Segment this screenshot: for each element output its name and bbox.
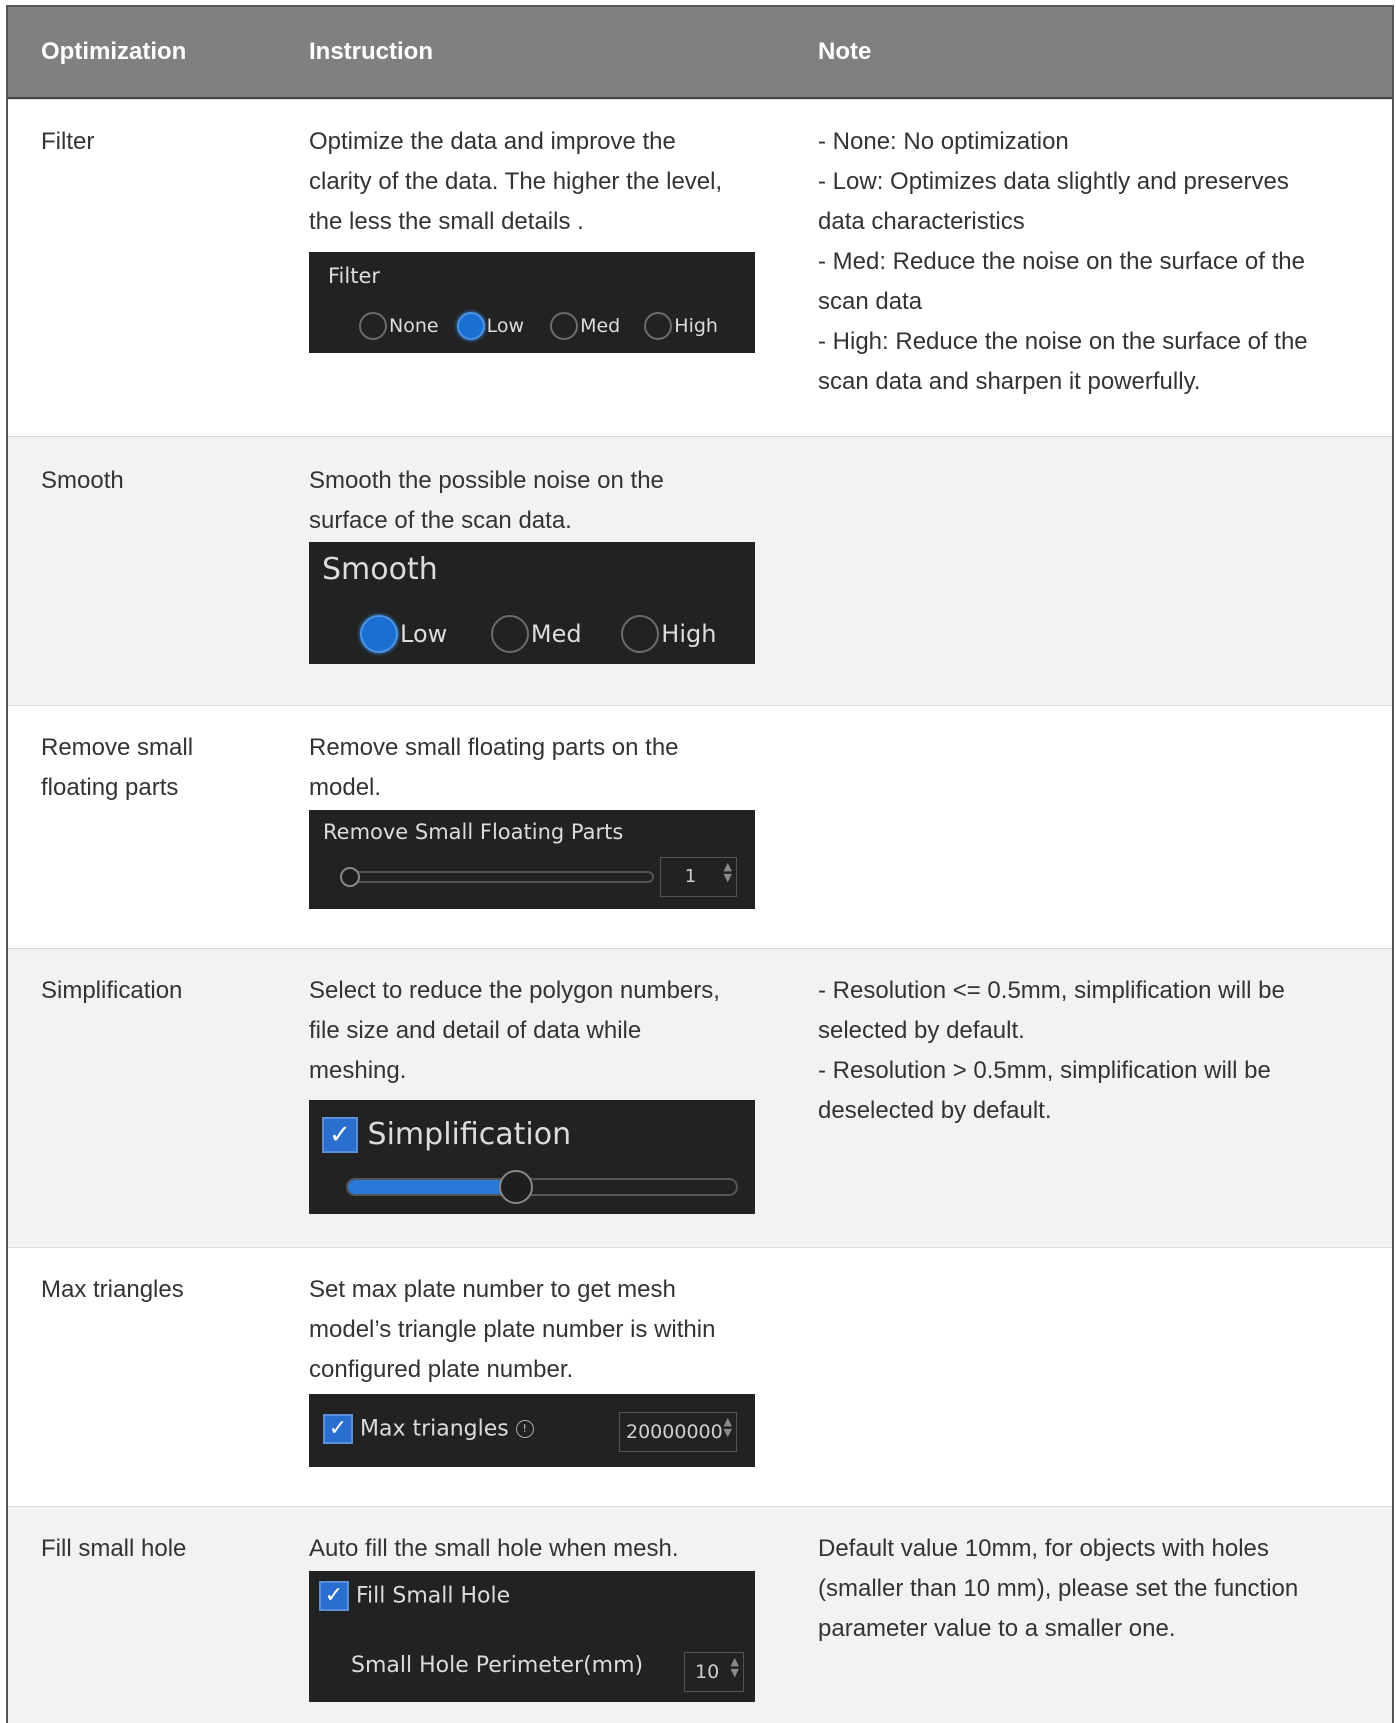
table-row-filter: Filter Optimize the data and improve the…: [8, 99, 1392, 436]
spinbox-value: 10: [695, 1661, 720, 1683]
radio-high-circle[interactable]: [644, 312, 673, 340]
simplification-checkbox-row[interactable]: ✓ Simplification: [322, 1116, 571, 1153]
simplification-panel: ✓ Simplification: [309, 1100, 755, 1214]
radio-low[interactable]: Low: [456, 312, 544, 340]
floating-slider-track[interactable]: [340, 867, 654, 887]
row-label: Smooth: [41, 467, 124, 494]
row-instruction: Auto fill the small hole when mesh.: [309, 1535, 679, 1562]
row-notes: - Resolution <= 0.5mm, simplification wi…: [818, 977, 1285, 1124]
radio-med-circle[interactable]: [550, 312, 579, 340]
row-instruction: Remove small floating parts on the model…: [309, 734, 679, 801]
row-label: Remove small floating parts: [41, 734, 194, 801]
radio-none-circle[interactable]: [359, 312, 387, 340]
row-label: Simplification: [41, 977, 183, 1004]
header-instruction: Instruction: [309, 38, 433, 65]
simplification-slider-track[interactable]: [346, 1170, 738, 1204]
table-header: Optimization Instruction Note: [8, 7, 1392, 99]
table-row-smooth: Smooth Smooth the possible noise on the …: [8, 436, 1392, 705]
table-row-remove-floating: Remove small floating parts Remove small…: [8, 705, 1392, 948]
spin-arrows-icon[interactable]: ▲ ▼: [731, 1656, 739, 1678]
spin-arrows-icon[interactable]: ▲ ▼: [724, 1416, 732, 1438]
smooth-radio-group: Low Med High: [360, 615, 716, 653]
row-label: Filter: [41, 128, 95, 155]
header-note: Note: [818, 38, 872, 65]
radio-low-circle[interactable]: [360, 615, 398, 653]
radio-none[interactable]: None: [359, 312, 451, 340]
smooth-panel: Smooth Low Med High: [309, 542, 755, 664]
simplification-slider-handle[interactable]: [499, 1170, 533, 1204]
spinbox-value: 20000000: [626, 1421, 723, 1443]
slider-fill: [348, 1180, 515, 1194]
table-row-max-triangles: Max triangles Set max plate number to ge…: [8, 1247, 1392, 1506]
radio-med[interactable]: Med: [550, 312, 638, 340]
header-optimization: Optimization: [41, 38, 187, 65]
filter-panel: Filter None Low Med High: [309, 252, 755, 353]
max-triangles-spinbox[interactable]: 20000000 ▲ ▼: [619, 1412, 737, 1452]
row-notes: Default value 10mm, for objects with hol…: [818, 1535, 1299, 1642]
remove-floating-panel: Remove Small Floating Parts 1 ▲ ▼: [309, 810, 755, 909]
row-label: Max triangles: [41, 1276, 184, 1303]
table-row-fill-small-hole: Fill small hole Auto fill the small hole…: [8, 1506, 1392, 1723]
panel-title: Remove Small Floating Parts: [323, 820, 624, 844]
filter-radio-group: None Low Med High: [359, 312, 718, 340]
fill-small-hole-panel: ✓ Fill Small Hole Small Hole Perimeter(m…: [309, 1571, 755, 1702]
checkbox-checked-icon[interactable]: ✓: [322, 1116, 358, 1153]
max-triangles-checkbox-row[interactable]: ✓ Max triangles !: [323, 1414, 534, 1444]
row-label: Fill small hole: [41, 1535, 187, 1562]
optimization-table: Optimization Instruction Note Filter Opt…: [6, 5, 1394, 1723]
small-hole-spinbox[interactable]: 10 ▲ ▼: [684, 1652, 744, 1692]
checkbox-checked-icon[interactable]: ✓: [323, 1414, 353, 1444]
row-instruction: Set max plate number to get mesh model’s…: [309, 1276, 716, 1383]
row-instruction: Select to reduce the polygon numbers, fi…: [309, 977, 720, 1084]
checkbox-checked-icon[interactable]: ✓: [319, 1581, 349, 1611]
fill-hole-checkbox-row[interactable]: ✓ Fill Small Hole: [319, 1581, 510, 1611]
radio-low-circle[interactable]: [456, 312, 485, 340]
radio-med-circle[interactable]: [490, 615, 529, 653]
radio-high-circle[interactable]: [621, 615, 660, 653]
info-icon[interactable]: !: [515, 1420, 534, 1438]
panel-title: Fill Small Hole: [356, 1583, 511, 1609]
radio-med[interactable]: Med: [490, 615, 614, 653]
panel-title: Simplification: [367, 1117, 572, 1152]
floating-value-spinbox[interactable]: 1 ▲ ▼: [660, 857, 737, 897]
panel-title: Filter: [328, 264, 381, 288]
max-triangles-panel: ✓ Max triangles ! 20000000 ▲ ▼: [309, 1394, 755, 1467]
radio-high[interactable]: High: [621, 615, 716, 653]
row-instruction: Optimize the data and improve the clarit…: [309, 128, 723, 235]
radio-low[interactable]: Low: [360, 615, 483, 653]
floating-slider-handle[interactable]: [340, 867, 360, 887]
panel-title: Smooth: [322, 552, 438, 587]
radio-high[interactable]: High: [644, 312, 718, 340]
spin-arrows-icon[interactable]: ▲ ▼: [724, 861, 732, 883]
spinbox-value: 1: [684, 866, 697, 887]
panel-title: Max triangles: [360, 1416, 509, 1442]
small-hole-perimeter-label: Small Hole Perimeter(mm): [351, 1653, 644, 1678]
row-instruction: Smooth the possible noise on the surface…: [309, 467, 664, 534]
table-row-simplification: Simplification Select to reduce the poly…: [8, 948, 1392, 1247]
row-notes: - None: No optimization - Low: Optimizes…: [818, 128, 1308, 395]
